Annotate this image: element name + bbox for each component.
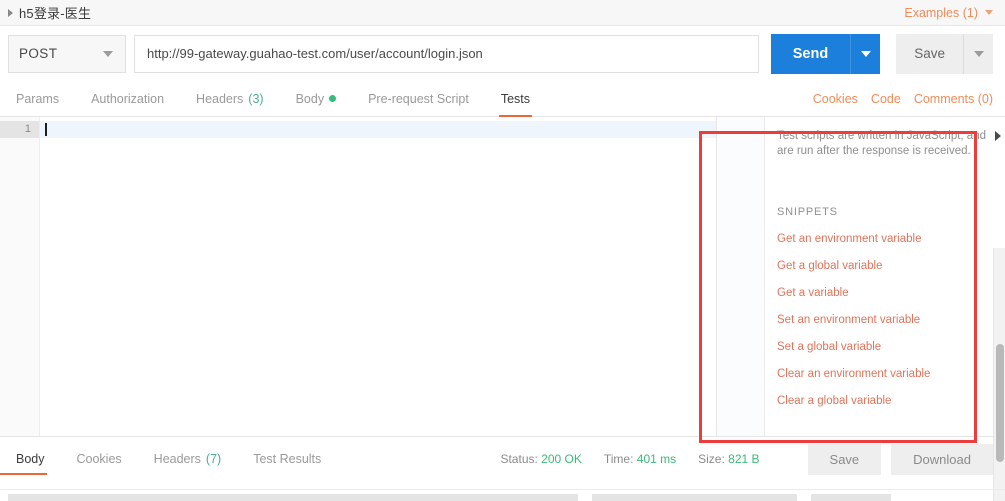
time-value: 401 ms: [636, 452, 677, 466]
response-download-button[interactable]: Download: [891, 443, 993, 475]
status-value: 200 OK: [541, 452, 582, 466]
response-tab-body[interactable]: Body: [0, 437, 61, 481]
url-input[interactable]: http://99-gateway.guahao-test.com/user/a…: [134, 34, 759, 73]
snippet-clear-environment-variable[interactable]: Clear an environment variable: [777, 368, 991, 380]
tab-pre-request-script[interactable]: Pre-request Script: [352, 81, 485, 116]
size-label: Size:: [698, 452, 725, 466]
response-save-button[interactable]: Save: [807, 443, 882, 475]
time-label: Time:: [603, 452, 634, 466]
size-meta: Size: 821 B: [698, 452, 759, 466]
snippet-set-global-variable[interactable]: Set a global variable: [777, 341, 991, 353]
cookies-link[interactable]: Cookies: [813, 92, 858, 106]
response-headers-count-badge: (7): [205, 452, 222, 466]
editor-active-line[interactable]: [40, 121, 716, 138]
tab-label: Params: [16, 91, 60, 106]
request-tabs: Params Authorization Headers (3) Body Pr…: [0, 81, 546, 117]
examples-link[interactable]: Examples (1): [904, 6, 978, 20]
url-bar: POST http://99-gateway.guahao-test.com/u…: [0, 26, 1005, 81]
tab-label: Tests: [500, 91, 530, 106]
headers-count-badge: (3): [248, 91, 264, 106]
save-button-group[interactable]: Save: [896, 33, 993, 74]
cutoff-chunk: [811, 494, 891, 501]
code-link[interactable]: Code: [871, 92, 901, 106]
response-tabs: Body Cookies Headers (7) Test Results: [0, 437, 337, 481]
tab-label: Headers: [153, 452, 201, 466]
tab-body[interactable]: Body: [280, 81, 353, 116]
send-button-group[interactable]: Send: [770, 33, 881, 74]
title-bar: h5登录-医生 Examples (1): [0, 0, 1005, 26]
send-button[interactable]: Send: [770, 33, 851, 74]
request-tab-links: Cookies Code Comments (0): [813, 81, 993, 116]
response-body-toolbar-cutoff: [0, 489, 1005, 501]
tab-label: Body: [295, 91, 325, 106]
tab-params[interactable]: Params: [0, 81, 75, 116]
response-tab-cookies[interactable]: Cookies: [61, 437, 138, 481]
tab-label: Authorization: [91, 91, 165, 106]
snippets-content: Test scripts are written in JavaScript, …: [765, 117, 1005, 436]
caret-down-icon[interactable]: [103, 50, 113, 57]
tab-headers[interactable]: Headers (3): [180, 81, 280, 116]
snippet-set-environment-variable[interactable]: Set an environment variable: [777, 314, 991, 326]
tab-authorization[interactable]: Authorization: [75, 81, 180, 116]
snippets-heading: SNIPPETS: [777, 206, 838, 218]
tests-work-area: 1 Test scripts are written in JavaScript…: [0, 117, 1005, 501]
line-number: 1: [0, 121, 39, 138]
response-meta-group: Status: 200 OK Time: 401 ms Size: 821 B …: [500, 443, 993, 475]
status-meta: Status: 200 OK: [500, 452, 581, 466]
http-method-label: POST: [19, 46, 58, 61]
send-options-button[interactable]: [850, 33, 881, 74]
tab-label: Headers: [196, 91, 244, 106]
save-button[interactable]: Save: [896, 33, 963, 74]
snippet-get-environment-variable[interactable]: Get an environment variable: [777, 233, 991, 245]
snippet-clear-global-variable[interactable]: Clear a global variable: [777, 395, 991, 407]
editor-code-area[interactable]: [40, 117, 716, 436]
snippets-description: Test scripts are written in JavaScript, …: [777, 130, 986, 157]
size-value: 821 B: [728, 452, 760, 466]
editor-gutter: 1: [0, 117, 40, 436]
response-bar: Body Cookies Headers (7) Test Results St…: [0, 437, 1005, 481]
request-name: h5登录-医生: [19, 6, 92, 21]
response-tab-test-results[interactable]: Test Results: [237, 437, 337, 481]
snippet-get-global-variable[interactable]: Get a global variable: [777, 260, 991, 272]
text-caret-icon: [45, 123, 47, 136]
cutoff-chunk: [592, 494, 797, 501]
response-action-buttons: Save Download: [807, 443, 993, 475]
status-label: Status:: [500, 452, 538, 466]
snippet-get-variable[interactable]: Get a variable: [777, 287, 991, 299]
http-method-select[interactable]: POST: [8, 34, 126, 73]
triangle-left-icon[interactable]: [995, 131, 1001, 141]
tab-label: Body: [16, 452, 45, 466]
body-active-dot-icon: [329, 95, 337, 102]
tab-tests[interactable]: Tests: [485, 81, 546, 117]
tab-label: Pre-request Script: [368, 91, 469, 106]
snippets-gutter: [717, 117, 765, 436]
time-meta: Time: 401 ms: [604, 452, 676, 466]
cutoff-chunk: [8, 494, 578, 501]
caret-down-icon[interactable]: [985, 10, 993, 15]
examples-group[interactable]: Examples (1): [904, 6, 993, 20]
request-tabs-bar: Params Authorization Headers (3) Body Pr…: [0, 81, 1005, 117]
tab-label: Cookies: [76, 452, 122, 466]
response-tab-headers[interactable]: Headers (7): [138, 437, 238, 481]
triangle-right-icon[interactable]: [8, 8, 13, 17]
caret-down-icon: [860, 50, 871, 57]
caret-down-icon: [973, 50, 984, 57]
test-script-editor[interactable]: 1: [0, 117, 717, 436]
request-title-group[interactable]: h5登录-医生: [8, 3, 91, 22]
snippets-panel: Test scripts are written in JavaScript, …: [717, 117, 1005, 436]
save-options-button[interactable]: [963, 33, 993, 74]
tab-label: Test Results: [253, 452, 322, 466]
comments-link[interactable]: Comments (0): [914, 92, 993, 106]
